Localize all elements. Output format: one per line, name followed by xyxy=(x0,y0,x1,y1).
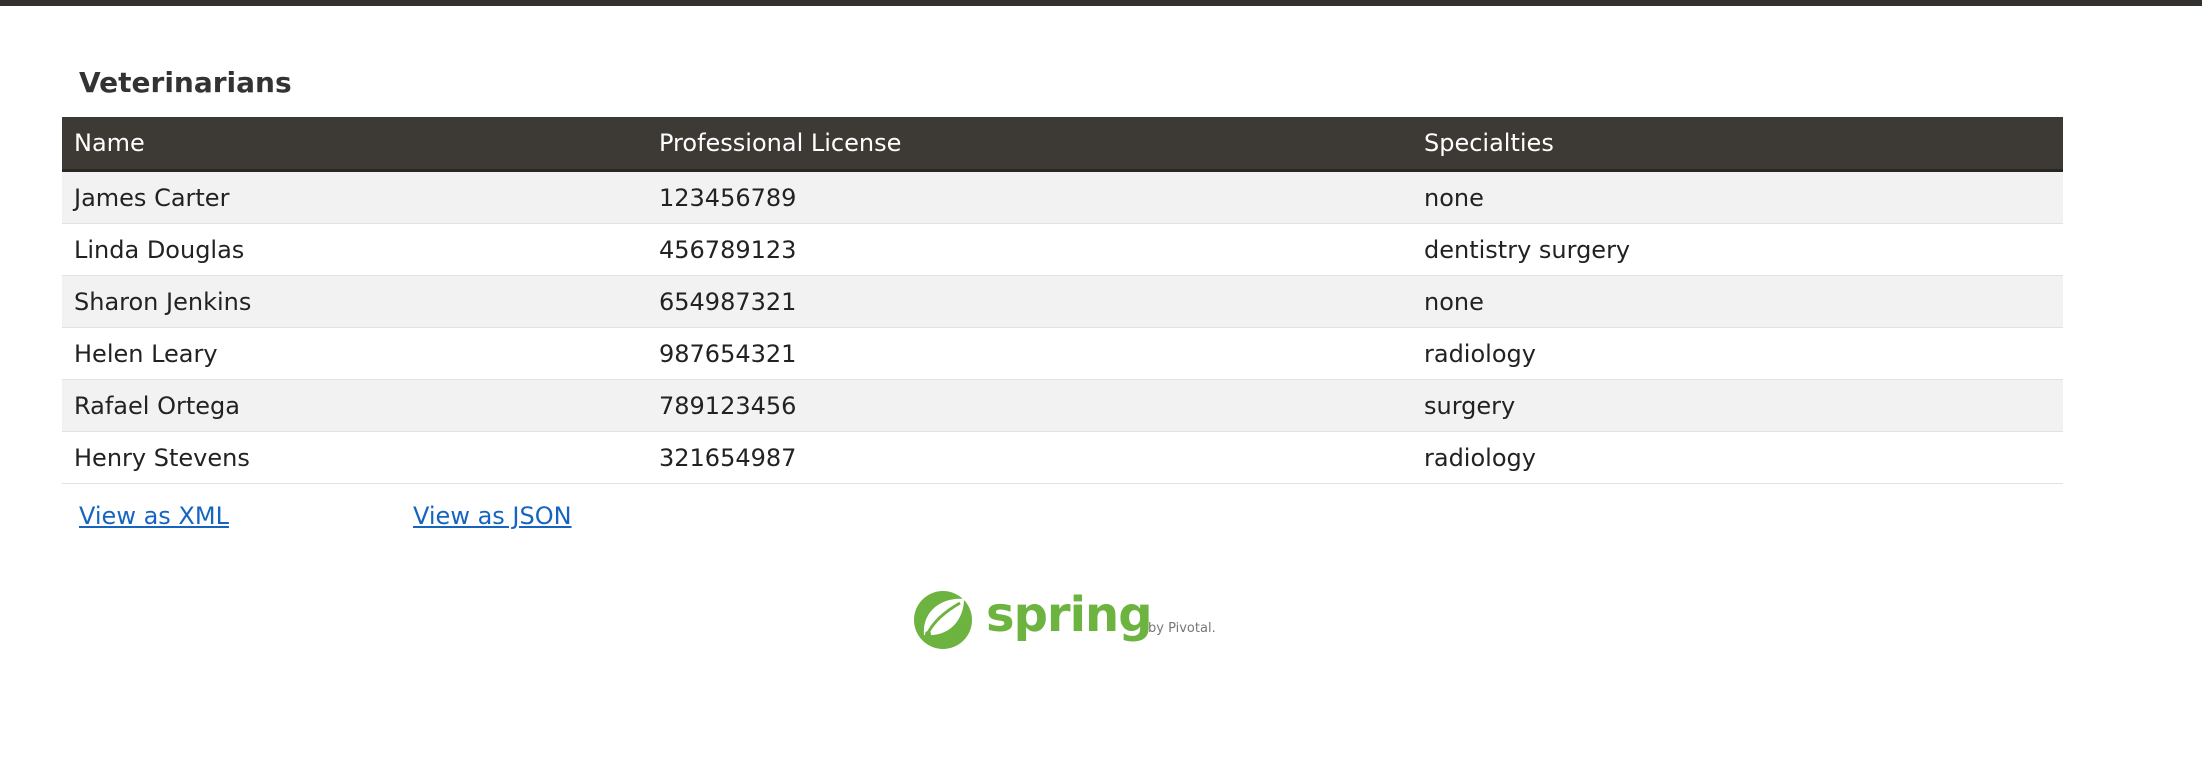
vet-name-cell: Rafael Ortega xyxy=(62,379,647,432)
table-row: Henry Stevens 321654987 radiology xyxy=(62,431,2063,484)
view-as-xml-link[interactable]: View as XML xyxy=(79,502,229,530)
pivotal-byline: by Pivotal. xyxy=(1148,621,1216,636)
vet-name-cell: Henry Stevens xyxy=(62,431,647,484)
spring-wordmark: spring xyxy=(986,587,1152,643)
table-row: Rafael Ortega 789123456 surgery xyxy=(62,379,2063,432)
spring-leaf-icon xyxy=(914,591,972,649)
vet-license-cell: 123456789 xyxy=(647,170,1412,224)
vet-name-cell: Linda Douglas xyxy=(62,223,647,276)
vet-specialties-cell: radiology xyxy=(1412,431,2063,484)
vet-name-cell: Sharon Jenkins xyxy=(62,275,647,328)
vet-license-cell: 321654987 xyxy=(647,431,1412,484)
page-title: Veterinarians xyxy=(79,66,292,99)
vet-license-cell: 987654321 xyxy=(647,327,1412,380)
vet-specialties-cell: radiology xyxy=(1412,327,2063,380)
table-header-row: Name Professional License Specialties xyxy=(62,117,2063,172)
vet-license-cell: 789123456 xyxy=(647,379,1412,432)
column-header-license: Professional License xyxy=(647,117,1412,172)
vet-specialties-cell: dentistry surgery xyxy=(1412,223,2063,276)
column-header-specialties: Specialties xyxy=(1412,117,2063,172)
spring-logo: spring by Pivotal. xyxy=(910,585,1220,655)
vet-specialties-cell: none xyxy=(1412,170,2063,224)
vet-name-cell: James Carter xyxy=(62,170,647,224)
top-bar xyxy=(0,0,2202,6)
view-as-json-link[interactable]: View as JSON xyxy=(413,502,572,530)
table-row: Linda Douglas 456789123 dentistry surger… xyxy=(62,223,2063,276)
veterinarians-table: Name Professional License Specialties Ja… xyxy=(62,117,2063,484)
table-row: Helen Leary 987654321 radiology xyxy=(62,327,2063,380)
vet-specialties-cell: surgery xyxy=(1412,379,2063,432)
vet-specialties-cell: none xyxy=(1412,275,2063,328)
vet-name-cell: Helen Leary xyxy=(62,327,647,380)
table-row: Sharon Jenkins 654987321 none xyxy=(62,275,2063,328)
vet-license-cell: 654987321 xyxy=(647,275,1412,328)
vet-license-cell: 456789123 xyxy=(647,223,1412,276)
table-row: James Carter 123456789 none xyxy=(62,170,2063,224)
export-links: View as XML View as JSON xyxy=(0,502,900,542)
column-header-name: Name xyxy=(62,117,647,172)
